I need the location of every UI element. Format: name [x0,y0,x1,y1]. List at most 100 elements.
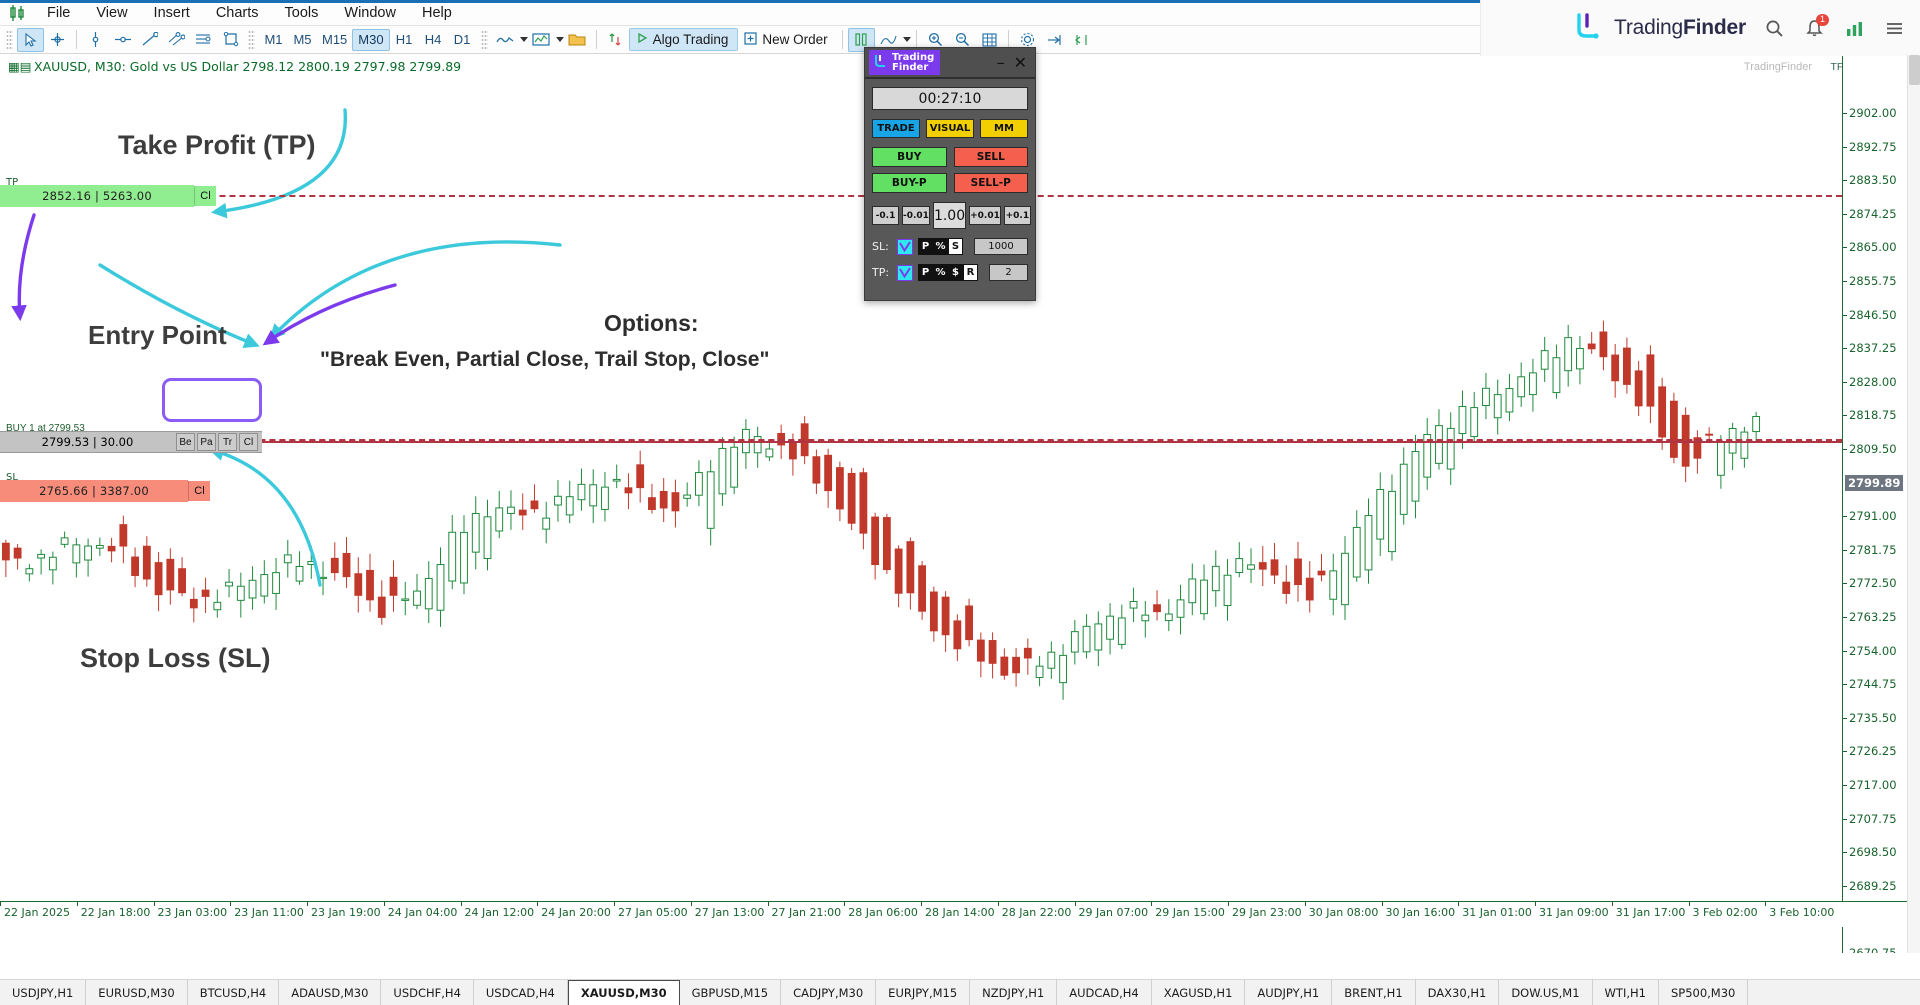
chevron-down-objects-icon[interactable] [903,37,911,42]
symbol-tab[interactable]: NZDJPY,H1 [970,980,1057,1005]
new-order-button[interactable]: New Order [738,28,836,51]
chart-shift-icon[interactable] [1041,28,1068,52]
lot-minus-001-button[interactable]: -0.01 [902,206,930,225]
panel-header[interactable]: Trading Finder – ✕ [865,48,1035,79]
algo-trading-button[interactable]: Algo Trading [629,28,739,51]
lot-plus-001-button[interactable]: +0.01 [969,206,1001,225]
tradingfinder-panel[interactable]: Trading Finder – ✕ 00:27:10 TRADE VISUAL… [864,47,1036,301]
tab-mm[interactable]: MM [980,119,1028,138]
sell-button[interactable]: SELL [954,147,1029,167]
price-label: 2763.25 [1849,610,1897,624]
symbol-tab[interactable]: AUDJPY,H1 [1245,980,1332,1005]
symbol-tab[interactable]: CADJPY,M30 [781,980,876,1005]
lot-plus-01-button[interactable]: +0.1 [1004,206,1031,225]
trendline-icon[interactable] [136,28,163,52]
panel-minimize-button[interactable]: – [997,57,1005,69]
data-window-icon[interactable] [1068,28,1095,52]
symbol-tab[interactable]: BRENT,H1 [1332,980,1415,1005]
scrollbar-thumb[interactable] [1909,55,1920,85]
menu-item-view[interactable]: View [83,2,140,24]
indicators-icon[interactable] [528,28,555,52]
bell-icon[interactable]: 1 [1802,16,1826,40]
tp-mode-ratio[interactable]: R [963,264,978,281]
buy-pending-button[interactable]: BUY-P [872,173,947,193]
symbol-tab[interactable]: WTI,H1 [1593,980,1659,1005]
parallel-lines-icon[interactable] [163,28,190,52]
sl-mode-money[interactable]: S [948,238,963,255]
symbol-tab[interactable]: EURUSD,M30 [86,980,187,1005]
line-chart-icon[interactable] [492,28,519,52]
symbol-tab[interactable]: USDCAD,H4 [474,980,568,1005]
search-icon[interactable] [1762,16,1786,40]
toolbar-grip-charttype[interactable] [481,30,488,50]
time-scale[interactable]: 22 Jan 202522 Jan 18:0023 Jan 03:0023 Ja… [0,901,1920,927]
sl-order-line[interactable]: SL 2765.66 | 3387.00 Cl [0,480,210,502]
timeframe-m30[interactable]: M30 [352,29,389,51]
menu-item-file[interactable]: File [34,2,83,24]
symbol-tab[interactable]: ADAUSD,M30 [279,980,381,1005]
tp-mode-points[interactable]: P [918,264,933,281]
lot-size-input[interactable]: 1.00 [933,202,966,229]
lot-minus-01-button[interactable]: -0.1 [872,206,899,225]
fibonacci-icon[interactable] [190,28,217,52]
chevron-down-icon[interactable] [520,37,528,42]
close-position-button[interactable]: Cl [239,433,258,451]
sl-checkbox[interactable] [897,239,913,255]
auto-scroll-icon[interactable] [602,28,629,52]
tp-value-input[interactable]: 2 [989,264,1028,281]
menu-item-window[interactable]: Window [331,2,409,24]
tp-order-line[interactable]: TP 2852.16 | 5263.00 Cl [0,185,216,207]
timeframe-m15[interactable]: M15 [317,29,352,51]
sell-pending-button[interactable]: SELL-P [954,173,1029,193]
buy-button[interactable]: BUY [872,147,947,167]
menu-item-insert[interactable]: Insert [141,2,203,24]
mini-chart-icon[interactable] [1842,16,1866,40]
tab-trade[interactable]: TRADE [872,119,920,138]
sl-value-input[interactable]: 1000 [974,238,1028,255]
menu-item-charts[interactable]: Charts [203,2,272,24]
crosshair-icon[interactable] [44,28,71,52]
symbol-tab[interactable]: BTCUSD,H4 [188,980,279,1005]
sl-mode-points[interactable]: P [918,238,933,255]
timeframe-d1[interactable]: D1 [448,29,477,51]
timeframe-h1[interactable]: H1 [390,29,419,51]
partial-close-button[interactable]: Pa [197,433,216,451]
symbol-tab[interactable]: EURJPY,M15 [876,980,970,1005]
symbol-tab[interactable]: DOW.US,M1 [1499,980,1592,1005]
timeframe-m1[interactable]: M1 [259,29,288,51]
toolbar-grip-timeframes[interactable] [248,30,255,50]
sl-close-button[interactable]: Cl [188,481,210,501]
symbol-tab[interactable]: USDCHF,H4 [381,980,473,1005]
panel-close-button[interactable]: ✕ [1014,57,1027,69]
toolbar-grip[interactable] [6,30,13,50]
break-even-button[interactable]: Be [176,433,195,451]
horizontal-line-icon[interactable] [109,28,136,52]
symbol-tab[interactable]: SP500,M30 [1659,980,1748,1005]
timeframe-m5[interactable]: M5 [288,29,317,51]
menu-item-tools[interactable]: Tools [272,2,332,24]
tp-close-button[interactable]: Cl [194,186,216,206]
toolbar-divider-3 [842,30,843,49]
menu-item-help[interactable]: Help [409,2,465,24]
tp-mode-money[interactable]: $ [948,264,963,281]
folder-template-icon[interactable] [564,28,591,52]
symbol-tab[interactable]: DAX30,H1 [1416,980,1500,1005]
symbol-tab-active[interactable]: XAUUSD,M30 [568,980,680,1005]
cursor-arrow-icon[interactable] [17,28,44,52]
trail-stop-button[interactable]: Tr [218,433,237,451]
symbol-tab[interactable]: XAGUSD,H1 [1152,980,1246,1005]
sl-mode-percent[interactable]: % [933,238,948,255]
tp-checkbox[interactable] [897,265,913,281]
symbol-tab[interactable]: USDJPY,H1 [0,980,86,1005]
timeframe-h4[interactable]: H4 [419,29,448,51]
hamburger-menu-icon[interactable] [1882,16,1906,40]
chevron-down-indicators-icon[interactable] [556,37,564,42]
chart-vertical-scrollbar[interactable] [1907,55,1920,953]
shapes-icon[interactable] [217,28,244,52]
symbol-tab[interactable]: GBPUSD,M15 [680,980,782,1005]
entry-order-line[interactable]: BUY 1 at 2799.53 2799.53 | 30.00 Be Pa T… [0,431,262,453]
vertical-line-icon[interactable] [82,28,109,52]
symbol-tab[interactable]: AUDCAD,H4 [1057,980,1152,1005]
tp-mode-percent[interactable]: % [933,264,948,281]
tab-visual[interactable]: VISUAL [926,119,974,138]
